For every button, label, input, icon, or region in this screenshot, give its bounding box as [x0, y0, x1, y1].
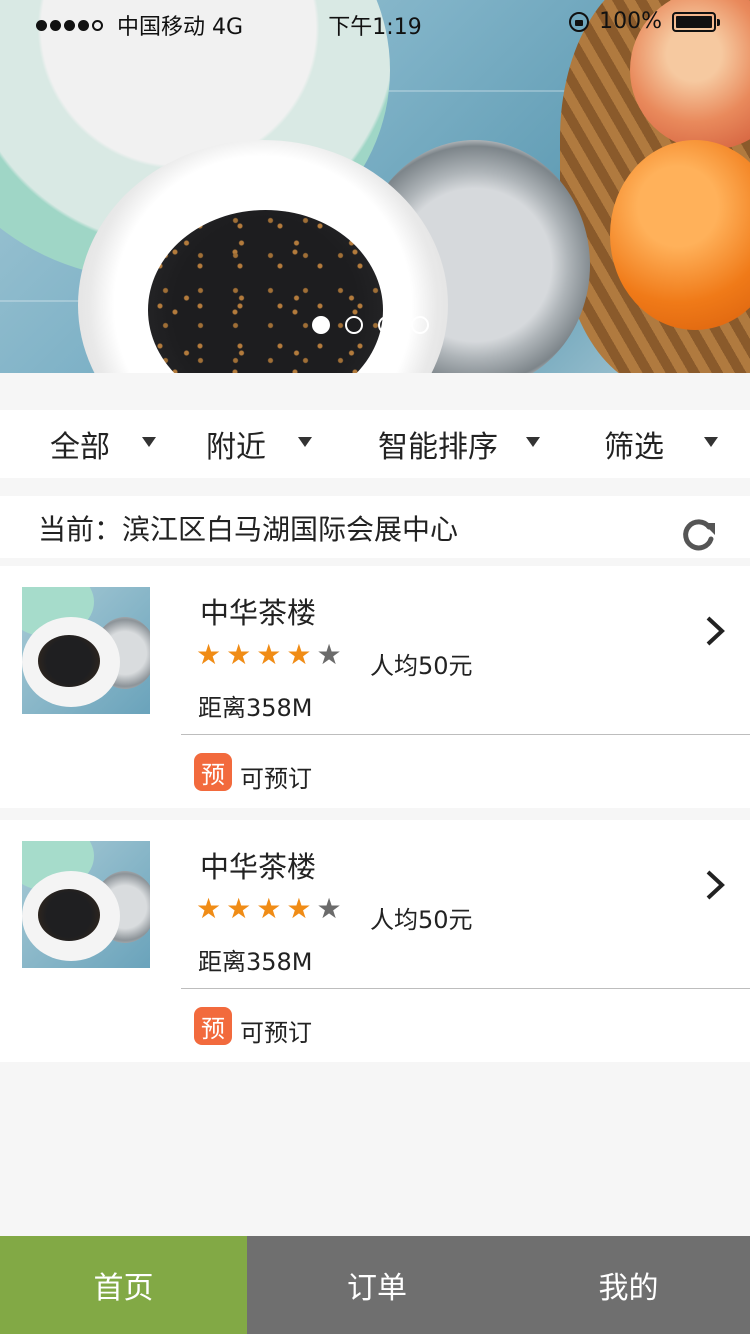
refresh-icon[interactable] — [681, 517, 717, 553]
tab-orders[interactable]: 订单 — [247, 1236, 507, 1334]
pager-dot-1[interactable] — [312, 316, 330, 334]
star-icon: ★ — [226, 892, 252, 925]
rotation-lock-icon — [569, 11, 590, 32]
banner-carousel[interactable] — [0, 0, 750, 373]
star-empty-icon: ★ — [316, 892, 342, 925]
filter-label: 全部 — [50, 430, 110, 465]
filter-nearby[interactable]: 附近 — [206, 410, 326, 478]
tab-label: 首页 — [93, 1271, 154, 1306]
filter-bar: 全部 附近 智能排序 筛选 — [0, 410, 750, 478]
star-icon: ★ — [256, 892, 282, 925]
filter-all[interactable]: 全部 — [50, 410, 170, 478]
carousel-pager — [312, 316, 429, 334]
caret-down-icon — [142, 437, 156, 447]
star-icon: ★ — [196, 892, 222, 925]
reserve-badge: 预 — [194, 753, 232, 791]
reserve-label: 可预订 — [240, 1019, 312, 1047]
caret-down-icon — [704, 437, 718, 447]
battery-percent: 100% — [599, 9, 662, 34]
star-empty-icon: ★ — [316, 638, 342, 671]
star-icon: ★ — [286, 892, 312, 925]
distance: 距离358M — [198, 948, 313, 976]
distance: 距离358M — [198, 694, 313, 722]
pager-dot-2[interactable] — [345, 316, 363, 334]
star-icon: ★ — [226, 638, 252, 671]
filter-label: 智能排序 — [378, 430, 498, 465]
current-location: 当前：滨江区白马湖国际会展中心 — [38, 513, 459, 546]
tab-mine[interactable]: 我的 — [507, 1236, 750, 1334]
tab-home[interactable]: 首页 — [0, 1236, 247, 1334]
reserve-badge: 预 — [194, 1007, 232, 1045]
star-icon: ★ — [196, 638, 222, 671]
divider — [181, 988, 750, 989]
star-icon: ★ — [286, 638, 312, 671]
tab-label: 订单 — [347, 1271, 407, 1306]
status-bar: 中国移动 4G 下午1:19 100% — [0, 0, 750, 44]
pager-dot-3[interactable] — [378, 316, 396, 334]
bottom-tab-bar: 首页 订单 我的 — [0, 1236, 750, 1334]
rating-stars: ★ ★ ★ ★ ★ — [196, 894, 342, 924]
filter-screen[interactable]: 筛选 — [604, 410, 724, 478]
chevron-right-icon[interactable] — [704, 868, 726, 902]
divider — [181, 734, 750, 735]
avg-price: 人均50元 — [370, 906, 473, 934]
filter-label: 筛选 — [604, 430, 664, 465]
shop-thumbnail — [22, 841, 150, 968]
shop-name: 中华茶楼 — [200, 850, 317, 884]
rating-stars: ★ ★ ★ ★ ★ — [196, 640, 342, 670]
caret-down-icon — [298, 437, 312, 447]
reserve-label: 可预订 — [240, 765, 312, 793]
tab-label: 我的 — [598, 1271, 659, 1306]
location-bar: 当前：滨江区白马湖国际会展中心 — [0, 496, 750, 558]
shop-card[interactable]: 中华茶楼 ★ ★ ★ ★ ★ 人均50元 距离358M 预 可预订 — [0, 566, 750, 808]
star-icon: ★ — [256, 638, 282, 671]
shop-card[interactable]: 中华茶楼 ★ ★ ★ ★ ★ 人均50元 距离358M 预 可预订 — [0, 820, 750, 1062]
shop-thumbnail — [22, 587, 150, 714]
chevron-right-icon[interactable] — [704, 614, 726, 648]
filter-label: 附近 — [206, 430, 266, 465]
pager-dot-4[interactable] — [411, 316, 429, 334]
caret-down-icon — [526, 437, 540, 447]
filter-smart-sort[interactable]: 智能排序 — [378, 410, 548, 478]
battery-icon — [672, 11, 720, 32]
avg-price: 人均50元 — [370, 652, 473, 680]
shop-name: 中华茶楼 — [200, 596, 317, 630]
